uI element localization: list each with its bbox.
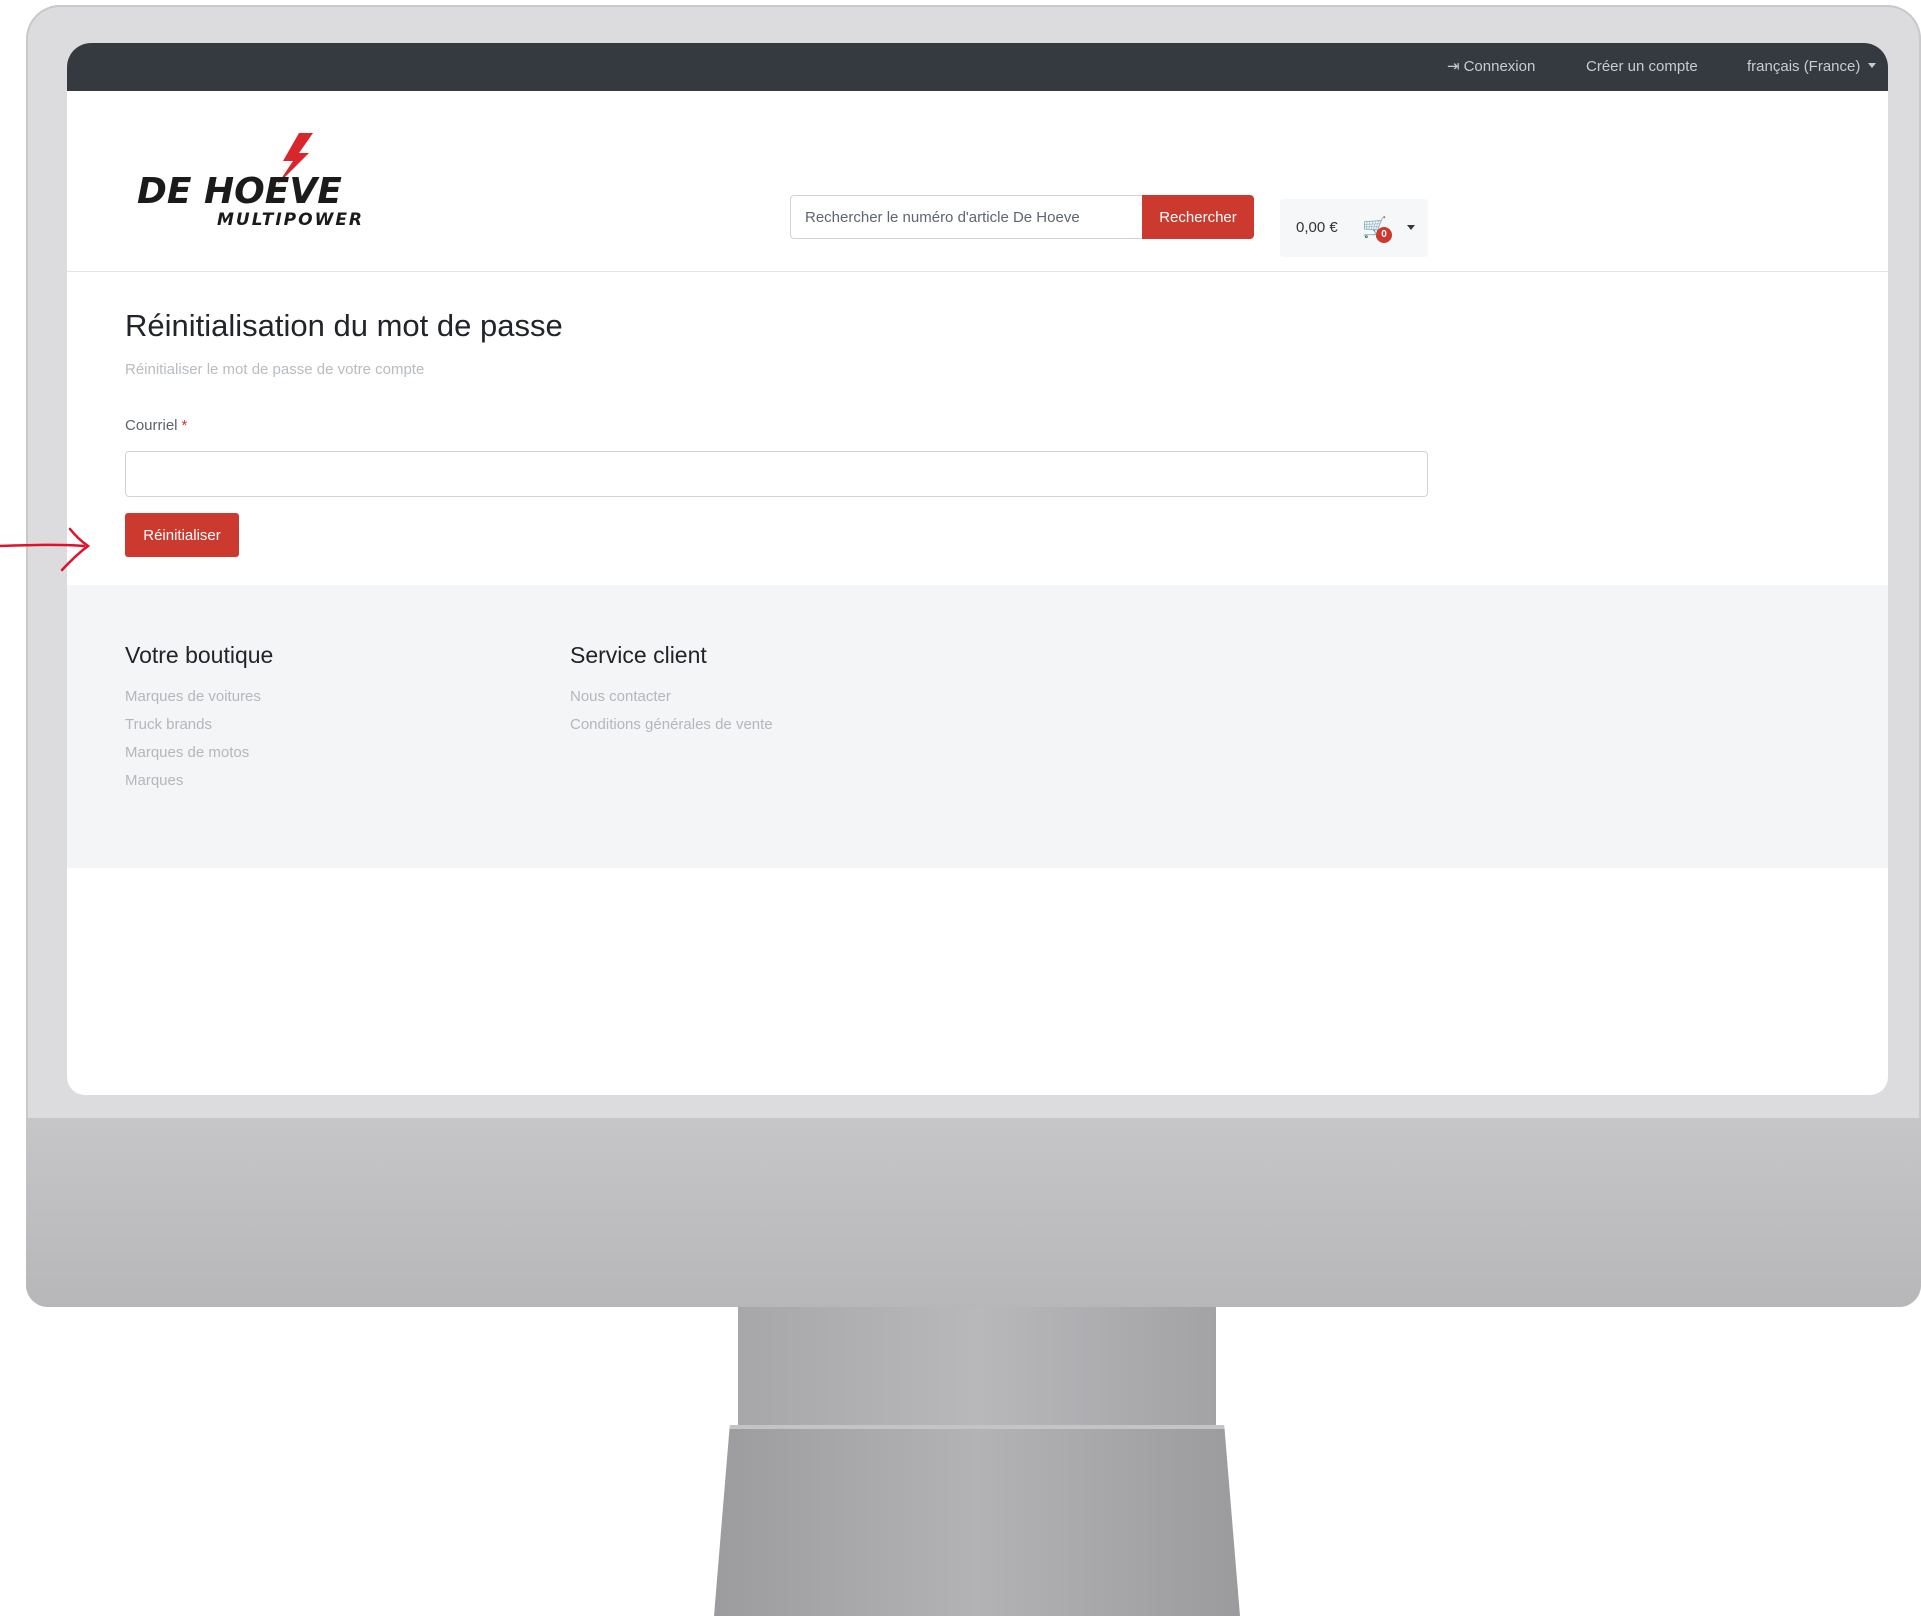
footer-link-car-brands[interactable]: Marques de voitures [125,683,273,711]
footer-column-shop: Votre boutique Marques de voitures Truck… [125,642,273,795]
cart-dropdown[interactable]: 0,00 € 🛒 0 [1280,199,1428,257]
cart-total: 0,00 € [1296,219,1338,236]
logo-main-text: DE HOEVE [137,171,342,212]
site-footer: Votre boutique Marques de voitures Truck… [67,585,1888,868]
register-link[interactable]: Créer un compte [1586,43,1698,91]
email-field[interactable] [125,451,1428,497]
cart-count-badge: 0 [1376,227,1392,243]
language-label: français (France) [1747,58,1861,75]
email-label: Courriel * [125,417,187,434]
footer-column-customer-service: Service client Nous contacter Conditions… [570,642,773,739]
chevron-down-icon [1868,63,1877,68]
search-button[interactable]: Rechercher [1142,195,1254,239]
sign-in-icon: ⇥ [1447,58,1460,75]
monitor-chin [26,1118,1921,1307]
language-selector[interactable]: français (France) [1747,43,1877,91]
footer-heading: Service client [570,642,707,668]
monitor-stand-neck [738,1307,1216,1430]
footer-link-brands[interactable]: Marques [125,767,273,795]
annotation-arrow-icon [0,527,91,572]
site-header: DE HOEVE MULTIPOWER Rechercher 0,00 € 🛒 … [67,91,1888,272]
login-link[interactable]: ⇥ Connexion [1447,43,1535,91]
monitor-stand-foot [714,1425,1240,1616]
footer-link-motorbike-brands[interactable]: Marques de motos [125,739,273,767]
chevron-down-icon [1407,225,1415,230]
page-subtitle: Réinitialiser le mot de passe de votre c… [125,361,425,378]
email-label-text: Courriel [125,417,178,434]
search-input[interactable] [790,195,1142,239]
footer-link-contact[interactable]: Nous contacter [570,683,773,711]
logo-sub-text: MULTIPOWER [217,210,364,230]
footer-heading: Votre boutique [125,642,274,668]
login-label: Connexion [1463,58,1536,75]
top-navbar: ⇥ Connexion Créer un compte français (Fra… [67,43,1888,91]
browser-screen: ⇥ Connexion Créer un compte français (Fra… [67,43,1888,1095]
footer-link-truck-brands[interactable]: Truck brands [125,711,273,739]
de-hoeve-logo[interactable]: DE HOEVE MULTIPOWER [137,131,417,241]
required-asterisk: * [181,417,188,434]
reset-button[interactable]: Réinitialiser [125,513,239,557]
page-title: Réinitialisation du mot de passe [125,308,563,343]
footer-link-terms[interactable]: Conditions générales de vente [570,711,773,739]
